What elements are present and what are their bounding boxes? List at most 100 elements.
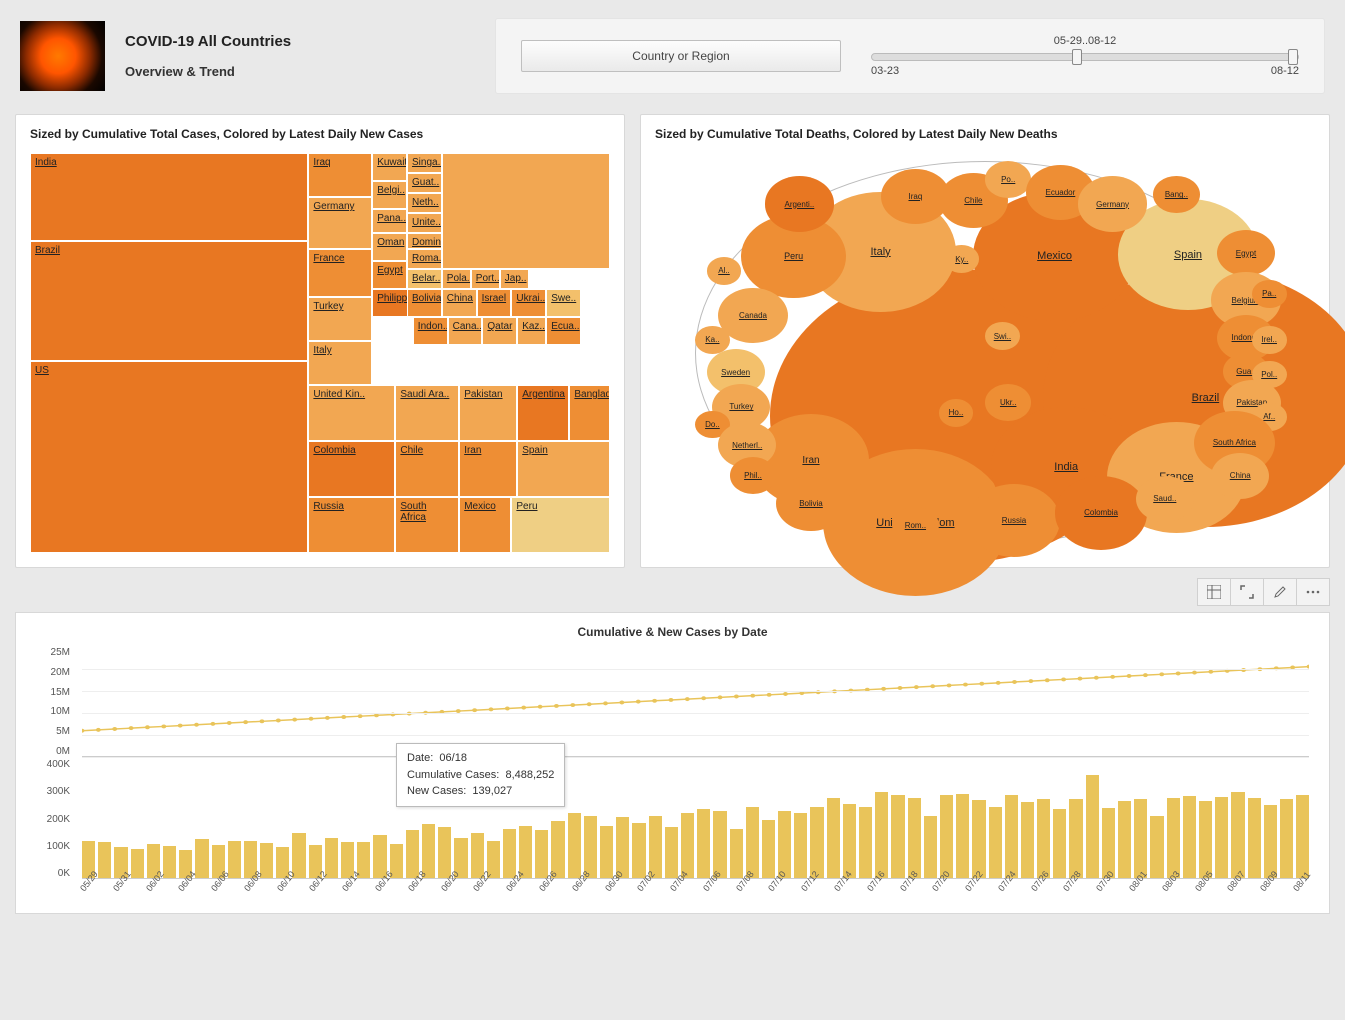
treemap-cell[interactable]: Belar.. xyxy=(407,269,442,289)
treemap-cell[interactable]: Ecua.. xyxy=(546,317,581,345)
treemap-cell[interactable]: Colombia xyxy=(308,441,395,497)
newcases-bar-chart[interactable]: 400K300K200K100K0K xyxy=(36,759,1309,879)
bubble-chart[interactable]: USBrazilMexicoUnited KingdomIndiaItalyFr… xyxy=(655,153,1315,553)
bubble-node[interactable]: Po.. xyxy=(985,161,1031,198)
slider-handle-end[interactable] xyxy=(1288,49,1298,65)
treemap-cell[interactable]: Brazil xyxy=(30,241,308,361)
bar[interactable] xyxy=(989,807,1002,878)
treemap-cell[interactable]: Oman xyxy=(372,233,407,261)
bar[interactable] xyxy=(924,816,937,878)
bar[interactable] xyxy=(228,841,241,878)
bar[interactable] xyxy=(1118,801,1131,878)
toolbar-table-icon[interactable] xyxy=(1197,578,1231,606)
bubble-node[interactable]: Bolivia xyxy=(776,476,846,531)
treemap-cell[interactable]: Mexico xyxy=(459,497,511,553)
bar[interactable] xyxy=(1021,802,1034,878)
bar[interactable] xyxy=(1102,808,1115,878)
bar[interactable] xyxy=(875,792,888,878)
bubble-node[interactable]: Swi.. xyxy=(985,322,1020,350)
bar[interactable] xyxy=(195,839,208,878)
treemap-cell[interactable]: United Kin.. xyxy=(308,385,395,441)
bar[interactable] xyxy=(746,807,759,878)
treemap-cell[interactable]: Bolivia xyxy=(407,289,442,317)
bar[interactable] xyxy=(810,807,823,878)
bar[interactable] xyxy=(956,794,969,878)
bubble-node[interactable]: Ho.. xyxy=(939,399,974,427)
bar[interactable] xyxy=(859,807,872,878)
treemap-cell[interactable]: China xyxy=(442,289,477,317)
bar[interactable] xyxy=(649,816,662,878)
bubble-node[interactable]: Rom.. xyxy=(892,507,938,544)
slider-handle-start[interactable] xyxy=(1072,49,1082,65)
bar[interactable] xyxy=(1150,816,1163,878)
bar[interactable] xyxy=(891,795,904,878)
treemap-cell[interactable]: Domin.. xyxy=(407,233,442,249)
treemap-cell[interactable]: Neth.. xyxy=(407,193,442,213)
bar[interactable] xyxy=(1248,798,1261,878)
toolbar-more-icon[interactable] xyxy=(1296,578,1330,606)
bar[interactable] xyxy=(1215,797,1228,878)
treemap-cell[interactable]: Belgi.. xyxy=(372,181,407,209)
bar[interactable] xyxy=(568,813,581,878)
treemap-cell[interactable]: Banglad.. xyxy=(569,385,610,441)
treemap-cell[interactable]: Saudi Ara.. xyxy=(395,385,459,441)
treemap-chart[interactable]: IndiaBrazilUSIraqGermanyFranceTurkeyItal… xyxy=(30,153,610,553)
bar[interactable] xyxy=(1037,799,1050,878)
treemap-cell[interactable]: Iran xyxy=(459,441,517,497)
bubble-node[interactable]: Al.. xyxy=(707,257,742,285)
bar[interactable] xyxy=(1134,799,1147,878)
bar[interactable] xyxy=(843,804,856,878)
treemap-cell[interactable]: Singa.. xyxy=(407,153,442,173)
bar[interactable] xyxy=(1264,805,1277,878)
bar[interactable] xyxy=(681,813,694,878)
country-region-dropdown[interactable]: Country or Region xyxy=(521,40,841,72)
bar[interactable] xyxy=(1086,775,1099,878)
bubble-node[interactable]: Bang.. xyxy=(1153,176,1199,213)
bar[interactable] xyxy=(519,826,532,878)
bar[interactable] xyxy=(972,800,985,878)
bar[interactable] xyxy=(260,843,273,878)
bubble-node[interactable]: Colombia xyxy=(1055,476,1148,550)
treemap-cell[interactable]: Italy xyxy=(308,341,372,385)
bubble-node[interactable]: Russia xyxy=(968,484,1061,558)
bar[interactable] xyxy=(665,827,678,878)
treemap-cell[interactable]: Iraq xyxy=(308,153,372,197)
bar[interactable] xyxy=(325,838,338,878)
treemap-cell[interactable]: US xyxy=(30,361,308,553)
treemap-cell[interactable]: Spain xyxy=(517,441,610,497)
treemap-cell[interactable]: India xyxy=(30,153,308,241)
bar[interactable] xyxy=(503,829,516,878)
bar[interactable] xyxy=(632,823,645,878)
toolbar-expand-icon[interactable] xyxy=(1230,578,1264,606)
treemap-cell[interactable]: Kaz.. xyxy=(517,317,546,345)
bar[interactable] xyxy=(940,795,953,878)
bar[interactable] xyxy=(1280,799,1293,878)
bubble-node[interactable]: Germany xyxy=(1078,176,1148,231)
bar[interactable] xyxy=(762,820,775,878)
treemap-cell[interactable]: Kuwait xyxy=(372,153,407,181)
bar[interactable] xyxy=(794,813,807,878)
bar[interactable] xyxy=(616,817,629,878)
bubble-node[interactable]: Pa.. xyxy=(1252,280,1287,308)
treemap-cell[interactable]: Unite.. xyxy=(407,213,442,233)
treemap-cell[interactable]: Turkey xyxy=(308,297,372,341)
treemap-cell[interactable]: France xyxy=(308,249,372,297)
bar[interactable] xyxy=(584,816,597,878)
bar[interactable] xyxy=(778,811,791,878)
cumulative-line-chart[interactable]: 25M20M15M10M5M0M xyxy=(36,647,1309,757)
bubble-node[interactable]: Argenti.. xyxy=(765,176,835,231)
treemap-cell[interactable]: South Africa xyxy=(395,497,459,553)
treemap-cell[interactable]: Russia xyxy=(308,497,395,553)
bar[interactable] xyxy=(438,827,451,878)
treemap-cell[interactable]: Cana.. xyxy=(448,317,483,345)
bubble-node[interactable]: Ukr.. xyxy=(985,384,1031,421)
bubble-node[interactable]: Egypt xyxy=(1217,230,1275,276)
treemap-cell[interactable]: Qatar xyxy=(482,317,517,345)
treemap-cell[interactable]: Roma.. xyxy=(407,249,442,269)
treemap-cell[interactable]: Chile xyxy=(395,441,459,497)
bar[interactable] xyxy=(551,821,564,878)
bar[interactable] xyxy=(422,824,435,878)
bar[interactable] xyxy=(1183,796,1196,878)
treemap-cell[interactable]: Peru xyxy=(511,497,610,553)
bar[interactable] xyxy=(1167,798,1180,878)
